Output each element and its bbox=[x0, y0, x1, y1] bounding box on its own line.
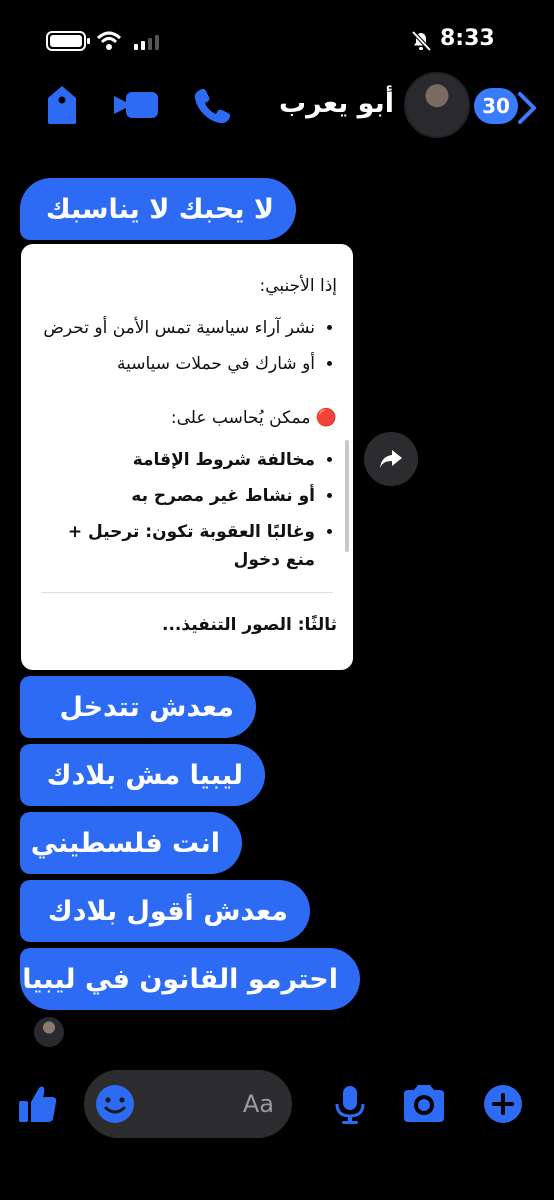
message-bubble[interactable]: احترمو القانون في ليبيا bbox=[20, 948, 360, 1010]
card-list-item: أو شارك في حملات سياسية bbox=[37, 350, 315, 378]
microphone-icon[interactable] bbox=[330, 1082, 370, 1126]
plus-icon[interactable] bbox=[480, 1082, 526, 1126]
share-arrow-icon bbox=[380, 450, 402, 468]
status-time: 8:33 bbox=[440, 26, 495, 51]
seen-receipt-avatar bbox=[34, 1017, 64, 1047]
shared-text-card[interactable]: إذا الأجنبي: نشر آراء سياسية تمس الأمن أ… bbox=[21, 244, 353, 670]
share-button[interactable] bbox=[364, 432, 418, 486]
message-bubble[interactable]: معدش تتدخل bbox=[20, 676, 256, 738]
message-bubble[interactable]: لا يحبك لا يناسبك bbox=[20, 178, 296, 240]
emoji-icon[interactable] bbox=[94, 1083, 136, 1125]
cellular-signal-icon bbox=[134, 35, 159, 50]
card-heading: إذا الأجنبي: bbox=[259, 276, 337, 296]
thumbs-up-icon[interactable] bbox=[16, 1082, 60, 1126]
video-call-icon[interactable] bbox=[112, 84, 162, 126]
card-list-item: وغالبًا العقوبة تكون: ترحيل + منع دخول bbox=[37, 518, 315, 574]
card-truncated-text: ثالثًا: الصور التنفيذ... bbox=[162, 615, 337, 635]
card-list: مخالفة شروط الإقامة أو نشاط غير مصرح به … bbox=[37, 446, 337, 574]
message-composer[interactable] bbox=[84, 1070, 292, 1138]
tag-icon[interactable] bbox=[42, 84, 82, 126]
card-list: نشر آراء سياسية تمس الأمن أو تحرض أو شار… bbox=[37, 314, 337, 378]
message-bubble[interactable]: معدش أقول بلادك bbox=[20, 880, 310, 942]
message-bubble[interactable]: انت فلسطيني bbox=[20, 812, 242, 874]
silent-bell-icon bbox=[411, 30, 432, 52]
contact-name[interactable]: أبو يعرب bbox=[279, 88, 394, 119]
card-list-item: نشر آراء سياسية تمس الأمن أو تحرض bbox=[37, 314, 315, 342]
card-list-item: أو نشاط غير مصرح به bbox=[37, 482, 315, 510]
card-list-item: مخالفة شروط الإقامة bbox=[37, 446, 315, 474]
card-scrollbar[interactable] bbox=[345, 440, 349, 552]
unread-count-badge[interactable]: 30 bbox=[474, 88, 518, 124]
camera-icon[interactable] bbox=[398, 1082, 450, 1126]
message-input[interactable] bbox=[192, 1089, 276, 1119]
card-heading: 🔴 ممكن يُحاسب على: bbox=[170, 408, 337, 428]
battery-icon bbox=[46, 31, 90, 51]
phone-icon[interactable] bbox=[190, 84, 234, 126]
message-bubble[interactable]: ليبيا مش بلادك bbox=[20, 744, 265, 806]
contact-avatar[interactable] bbox=[404, 72, 470, 138]
card-divider bbox=[41, 592, 333, 593]
wifi-icon bbox=[96, 31, 122, 50]
